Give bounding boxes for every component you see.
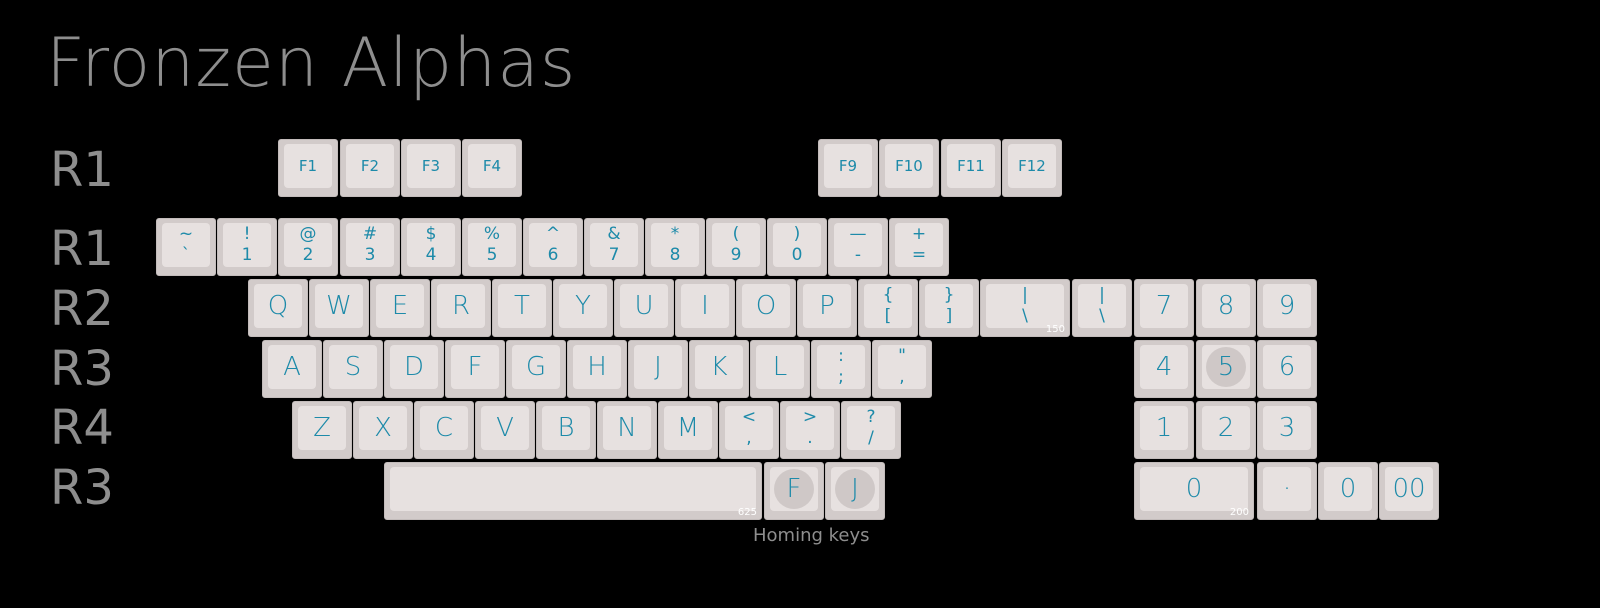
key-homing-f[interactable]: F — [764, 462, 824, 520]
row-label-fn: R1 — [50, 142, 114, 198]
key-quote[interactable]: ", — [872, 340, 932, 398]
key-comma[interactable]: <, — [719, 401, 779, 459]
key-num-0[interactable]: 0 — [1318, 462, 1378, 520]
page-title: Fronzen Alphas — [46, 24, 577, 103]
key-y[interactable]: Y — [553, 279, 613, 337]
key-right-bracket[interactable]: }] — [919, 279, 979, 337]
key-num-decimal[interactable]: · — [1257, 462, 1317, 520]
key-4[interactable]: $4 — [401, 218, 461, 276]
key-num-4[interactable]: 4 — [1134, 340, 1194, 398]
key-m[interactable]: M — [658, 401, 718, 459]
row-label-bottom: R4 — [50, 400, 114, 456]
key-x[interactable]: X — [353, 401, 413, 459]
key-u[interactable]: U — [614, 279, 674, 337]
key-num-8[interactable]: 8 — [1196, 279, 1256, 337]
key-f11[interactable]: F11 — [941, 139, 1001, 197]
key-r[interactable]: R — [431, 279, 491, 337]
key-minus[interactable]: — - — [828, 218, 888, 276]
homing-dish: 5 — [1206, 347, 1246, 387]
key-z[interactable]: Z — [292, 401, 352, 459]
key-slash[interactable]: ? / — [841, 401, 901, 459]
key-f12[interactable]: F12 — [1002, 139, 1062, 197]
key-n[interactable]: N — [597, 401, 657, 459]
key-o[interactable]: O — [736, 279, 796, 337]
key-equals[interactable]: + = — [889, 218, 949, 276]
key-3[interactable]: #3 — [340, 218, 400, 276]
key-f3[interactable]: F3 — [401, 139, 461, 197]
key-8[interactable]: * 8 — [645, 218, 705, 276]
key-g[interactable]: G — [506, 340, 566, 398]
key-num-5[interactable]: 5 — [1196, 340, 1256, 398]
homing-keys-caption: Homing keys — [753, 525, 870, 546]
key-a[interactable]: A — [262, 340, 322, 398]
key-b[interactable]: B — [536, 401, 596, 459]
key-num-00[interactable]: 00 — [1379, 462, 1439, 520]
key-f2[interactable]: F2 — [340, 139, 400, 197]
key-6[interactable]: ^ 6 — [523, 218, 583, 276]
key-s[interactable]: S — [323, 340, 383, 398]
key-num-6[interactable]: 6 — [1257, 340, 1317, 398]
key-size-label: 200 — [1229, 507, 1249, 518]
key-7[interactable]: & 7 — [584, 218, 644, 276]
key-semicolon[interactable]: :; — [811, 340, 871, 398]
homing-dish: F — [774, 469, 814, 509]
key-p[interactable]: P — [797, 279, 857, 337]
key-v[interactable]: V — [475, 401, 535, 459]
key-2[interactable]: @2 — [278, 218, 338, 276]
key-d[interactable]: D — [384, 340, 444, 398]
key-left-bracket[interactable]: {[ — [858, 279, 918, 337]
key-h[interactable]: H — [567, 340, 627, 398]
key-backslash-wide[interactable]: | \ 150 — [980, 279, 1070, 337]
key-period[interactable]: >. — [780, 401, 840, 459]
row-label-space: R3 — [50, 460, 114, 516]
key-f10[interactable]: F10 — [879, 139, 939, 197]
row-label-home: R3 — [50, 341, 114, 397]
key-num-2[interactable]: 2 — [1196, 401, 1256, 459]
key-f4[interactable]: F4 — [462, 139, 522, 197]
row-label-qwerty: R2 — [50, 281, 114, 337]
key-e[interactable]: E — [370, 279, 430, 337]
key-size-label: 625 — [737, 507, 757, 518]
homing-dish: J — [835, 469, 875, 509]
key-1[interactable]: ! 1 — [217, 218, 277, 276]
key-num-9[interactable]: 9 — [1257, 279, 1317, 337]
key-i[interactable]: I — [675, 279, 735, 337]
row-label-number: R1 — [50, 221, 114, 277]
key-0[interactable]: ) 0 — [767, 218, 827, 276]
key-w[interactable]: W — [309, 279, 369, 337]
key-q[interactable]: Q — [248, 279, 308, 337]
key-f1[interactable]: F1 — [278, 139, 338, 197]
key-5[interactable]: % 5 — [462, 218, 522, 276]
key-num-0-wide[interactable]: 0 200 — [1134, 462, 1254, 520]
key-num-7[interactable]: 7 — [1134, 279, 1194, 337]
key-num-3[interactable]: 3 — [1257, 401, 1317, 459]
key-f[interactable]: F — [445, 340, 505, 398]
key-c[interactable]: C — [414, 401, 474, 459]
key-size-label: 150 — [1045, 324, 1065, 335]
key-num-1[interactable]: 1 — [1134, 401, 1194, 459]
key-spacebar[interactable]: 625 — [384, 462, 762, 520]
key-k[interactable]: K — [689, 340, 749, 398]
key-tilde[interactable]: ~ ` — [156, 218, 216, 276]
key-t[interactable]: T — [492, 279, 552, 337]
key-homing-j[interactable]: J — [825, 462, 885, 520]
key-j[interactable]: J — [628, 340, 688, 398]
key-backslash[interactable]: | \ — [1072, 279, 1132, 337]
key-f9[interactable]: F9 — [818, 139, 878, 197]
key-l[interactable]: L — [750, 340, 810, 398]
key-9[interactable]: (9 — [706, 218, 766, 276]
